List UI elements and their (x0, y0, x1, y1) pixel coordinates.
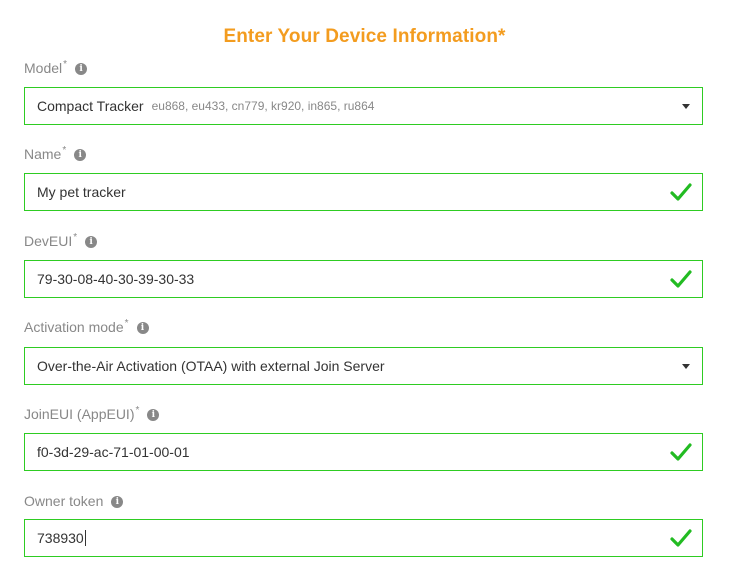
joineui-label: JoinEUI (AppEUI) * i (24, 405, 160, 424)
owner-token-input[interactable]: 738930 (24, 519, 703, 557)
activation-mode-select[interactable]: Over-the-Air Activation (OTAA) with exte… (24, 347, 703, 385)
info-icon[interactable]: i (147, 409, 160, 421)
joineui-value: f0-3d-29-ac-71-01-00-01 (37, 444, 190, 460)
model-regions: eu868, eu433, cn779, kr920, in865, ru864 (151, 99, 375, 113)
activation-label-text: Activation mode (24, 319, 124, 335)
info-icon[interactable]: i (75, 63, 88, 75)
caret-down-icon[interactable] (682, 364, 690, 369)
check-icon (670, 529, 692, 547)
deveui-input[interactable]: 79-30-08-40-30-39-30-33 (24, 260, 703, 298)
model-label: Model * i (24, 59, 88, 78)
info-icon[interactable]: i (136, 322, 149, 334)
page-title: Enter Your Device Information* (223, 26, 506, 47)
required-marker: * (63, 59, 68, 70)
model-select[interactable]: Compact Tracker eu868, eu433, cn779, kr9… (24, 87, 703, 125)
required-marker: * (62, 145, 67, 156)
name-label-text: Name (24, 146, 62, 162)
owner-token-value: 738930 (37, 530, 84, 546)
owner-token-label-text: Owner token (24, 493, 104, 509)
activation-value: Over-the-Air Activation (OTAA) with exte… (37, 358, 385, 374)
joineui-label-text: JoinEUI (AppEUI) (24, 406, 135, 422)
caret-down-icon[interactable] (682, 104, 690, 109)
model-value: Compact Tracker (37, 98, 144, 114)
required-marker: * (124, 318, 129, 329)
check-icon (670, 443, 692, 461)
required-marker: * (135, 405, 140, 416)
name-input[interactable]: My pet tracker (24, 173, 703, 211)
check-icon (670, 270, 692, 288)
model-label-text: Model (24, 60, 63, 76)
info-icon[interactable]: i (74, 149, 87, 161)
info-icon[interactable]: i (85, 236, 98, 248)
activation-label: Activation mode * i (24, 319, 149, 337)
name-value: My pet tracker (37, 184, 126, 200)
info-icon[interactable]: i (111, 496, 124, 508)
deveui-label-text: DevEUI (24, 233, 73, 249)
joineui-input[interactable]: f0-3d-29-ac-71-01-00-01 (24, 433, 703, 471)
deveui-value: 79-30-08-40-30-39-30-33 (37, 271, 195, 287)
required-marker: * (73, 232, 78, 243)
text-cursor (84, 530, 86, 546)
name-label: Name * i (24, 145, 87, 164)
check-icon (670, 183, 692, 201)
owner-token-label: Owner token i (24, 493, 124, 511)
deveui-label: DevEUI * i (24, 232, 98, 251)
